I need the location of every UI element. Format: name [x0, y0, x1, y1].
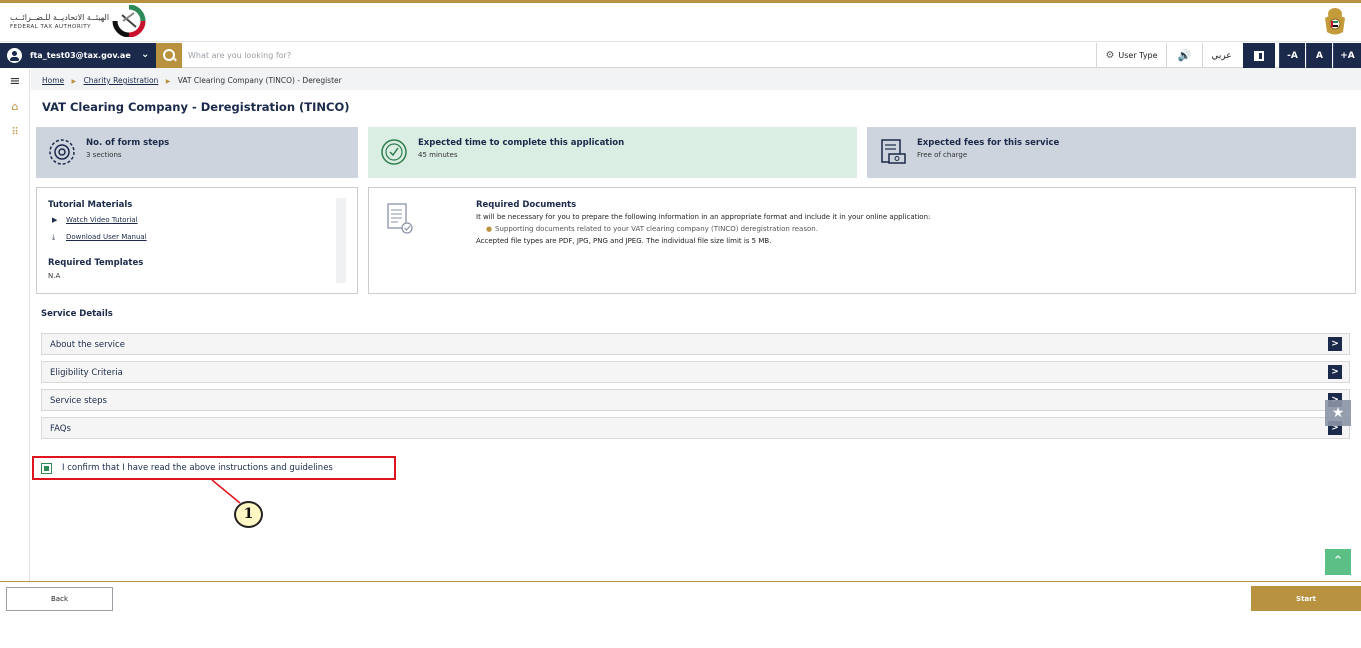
back-button[interactable]: Back: [6, 587, 113, 611]
scroll-to-top-icon[interactable]: ⌃: [1325, 549, 1351, 575]
start-button[interactable]: Start: [1251, 586, 1361, 611]
callout-pointer: [211, 479, 241, 504]
callout-number: 1: [234, 501, 263, 528]
footer-bar: Back Start: [0, 581, 1361, 613]
